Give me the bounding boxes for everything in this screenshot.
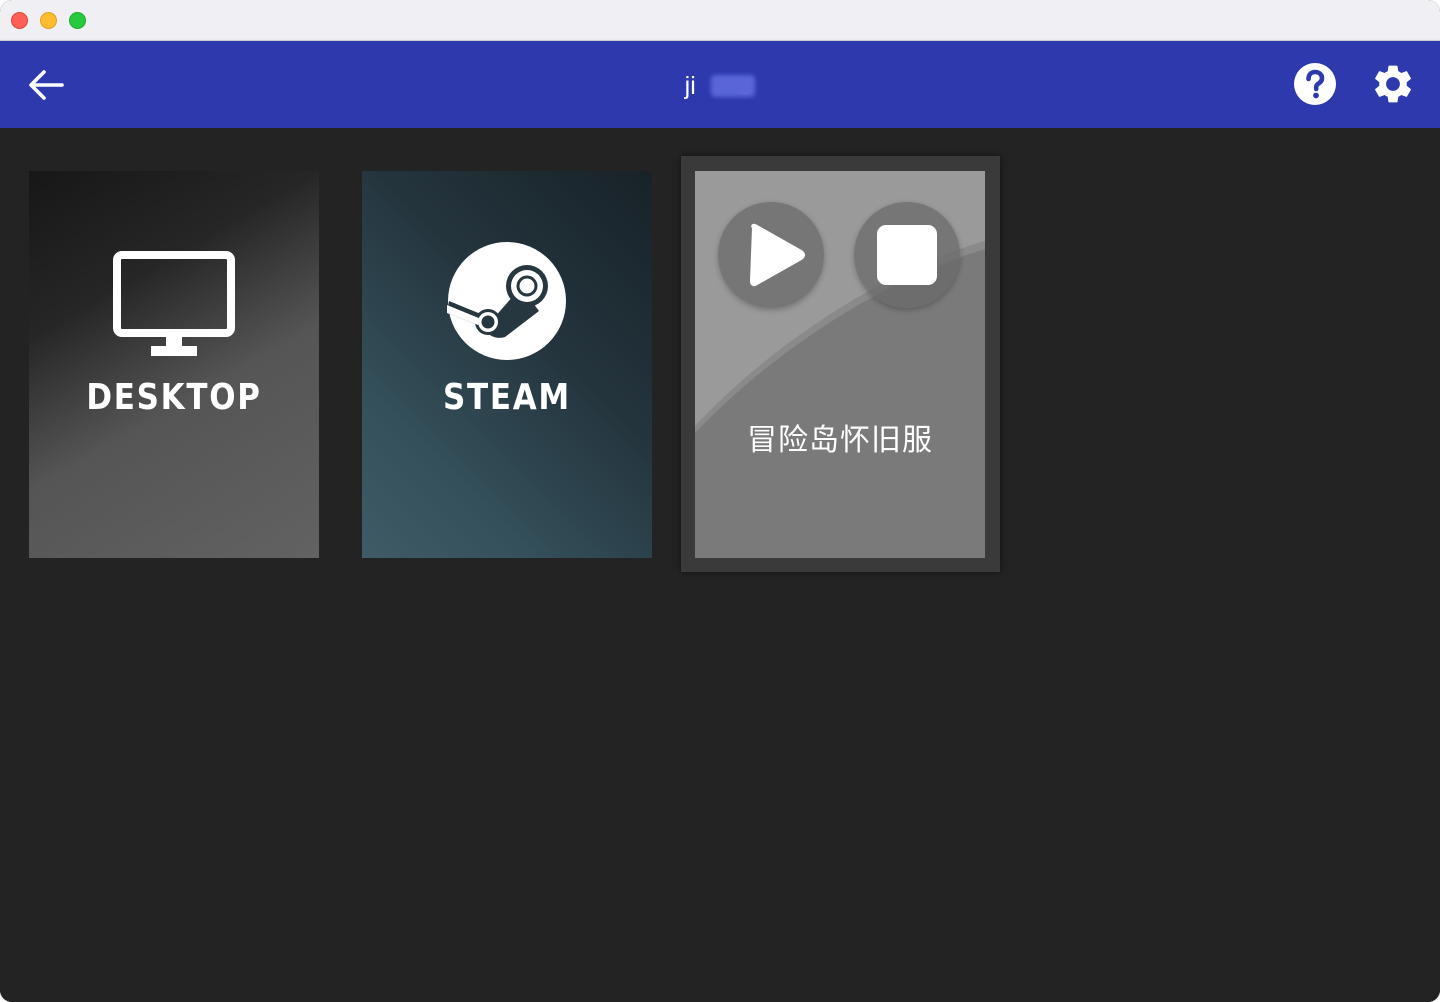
app-window: ji o DESKTOP	[0, 0, 1440, 1002]
app-tile-steam[interactable]: STEAM	[362, 171, 652, 558]
window-zoom-button[interactable]	[69, 12, 86, 29]
help-button[interactable]	[1292, 61, 1338, 107]
app-bar: ji o	[0, 41, 1440, 128]
window-close-button[interactable]	[11, 12, 28, 29]
stop-icon	[877, 225, 937, 285]
settings-button[interactable]	[1370, 61, 1416, 107]
steam-logo-icon	[447, 242, 566, 360]
app-tile-desktop[interactable]: DESKTOP	[29, 171, 319, 558]
window-minimize-button[interactable]	[40, 12, 57, 29]
app-tile-maplestory[interactable]: 冒险岛怀旧服	[695, 171, 985, 558]
help-circle-icon	[1294, 63, 1336, 105]
app-tile-label: DESKTOP	[86, 377, 262, 418]
app-tile-label: STEAM	[443, 377, 571, 418]
host-name-title: ji o	[0, 71, 1440, 101]
redacted-blur	[711, 74, 756, 97]
gear-icon	[1375, 65, 1411, 103]
app-tile-label: 冒险岛怀旧服	[747, 423, 933, 458]
monitor-icon	[113, 251, 235, 356]
stop-button[interactable]	[854, 202, 960, 308]
play-icon	[750, 223, 805, 287]
app-grid: DESKTOP STEAM 冒险岛怀旧服	[0, 128, 1440, 1002]
play-button[interactable]	[718, 202, 824, 308]
window-titlebar	[0, 0, 1440, 41]
